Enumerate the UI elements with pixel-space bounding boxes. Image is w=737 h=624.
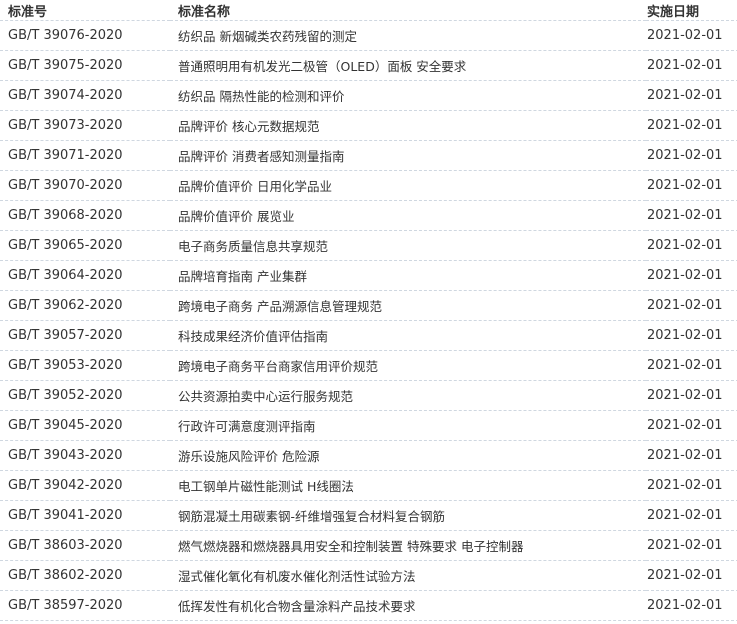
table-row[interactable]: GB/T 39068-2020 品牌价值评价 展览业 2021-02-01 (0, 200, 737, 231)
standard-name-cell[interactable]: 品牌价值评价 展览业 (170, 200, 646, 231)
table-row[interactable]: GB/T 38597-2020 低挥发性有机化合物含量涂料产品技术要求 2021-0… (0, 590, 737, 621)
standard-name-cell[interactable]: 公共资源拍卖中心运行服务规范 (170, 380, 646, 411)
table-row[interactable]: GB/T 39041-2020 钢筋混凝土用碳素钢-纤维增强复合材料复合钢筋 202… (0, 500, 737, 531)
standard-number-cell[interactable]: GB/T 39045-2020 (0, 410, 170, 441)
standard-number-cell[interactable]: GB/T 39043-2020 (0, 440, 170, 471)
standard-number-cell[interactable]: GB/T 38603-2020 (0, 530, 170, 561)
table-row[interactable]: GB/T 39071-2020 品牌评价 消费者感知测量指南 2021-02-01 (0, 140, 737, 171)
standard-name-cell[interactable]: 行政许可满意度测评指南 (170, 410, 646, 441)
standard-name-cell[interactable]: 跨境电子商务平台商家信用评价规范 (170, 350, 646, 381)
standard-number-cell[interactable]: GB/T 39068-2020 (0, 200, 170, 231)
table-row[interactable]: GB/T 39074-2020 纺织品 隔热性能的检测和评价 2021-02-01 (0, 80, 737, 111)
header-standard-name: 标准名称 (170, 0, 646, 21)
implementation-date-cell: 2021-02-01 (646, 50, 737, 81)
table-row[interactable]: GB/T 39053-2020 跨境电子商务平台商家信用评价规范 2021-02-0… (0, 350, 737, 381)
standard-name-cell[interactable]: 品牌评价 消费者感知测量指南 (170, 140, 646, 171)
standards-table: 标准号 标准名称 实施日期 GB/T 39076-2020 纺织品 新烟碱类农药残… (0, 0, 737, 621)
header-implementation-date: 实施日期 (646, 0, 737, 21)
table-row[interactable]: GB/T 39070-2020 品牌价值评价 日用化学品业 2021-02-01 (0, 170, 737, 201)
standard-name-cell[interactable]: 科技成果经济价值评估指南 (170, 320, 646, 351)
standard-number-cell[interactable]: GB/T 39076-2020 (0, 20, 170, 51)
table-header-row: 标准号 标准名称 实施日期 (0, 0, 737, 21)
standard-number-cell[interactable]: GB/T 39073-2020 (0, 110, 170, 141)
table-row[interactable]: GB/T 38602-2020 湿式催化氧化有机废水催化剂活性试验方法 2021-0… (0, 560, 737, 591)
implementation-date-cell: 2021-02-01 (646, 200, 737, 231)
table-row[interactable]: GB/T 39057-2020 科技成果经济价值评估指南 2021-02-01 (0, 320, 737, 351)
standard-name-cell[interactable]: 电工钢单片磁性能测试 H线圈法 (170, 470, 646, 501)
standard-name-cell[interactable]: 跨境电子商务 产品溯源信息管理规范 (170, 290, 646, 321)
standard-name-cell[interactable]: 品牌评价 核心元数据规范 (170, 110, 646, 141)
table-row[interactable]: GB/T 39052-2020 公共资源拍卖中心运行服务规范 2021-02-01 (0, 380, 737, 411)
implementation-date-cell: 2021-02-01 (646, 350, 737, 381)
implementation-date-cell: 2021-02-01 (646, 470, 737, 501)
standard-number-cell[interactable]: GB/T 38597-2020 (0, 590, 170, 621)
standard-number-cell[interactable]: GB/T 39071-2020 (0, 140, 170, 171)
implementation-date-cell: 2021-02-01 (646, 170, 737, 201)
table-row[interactable]: GB/T 39076-2020 纺织品 新烟碱类农药残留的测定 2021-02-01 (0, 20, 737, 51)
implementation-date-cell: 2021-02-01 (646, 590, 737, 621)
implementation-date-cell: 2021-02-01 (646, 80, 737, 111)
standard-name-cell[interactable]: 游乐设施风险评价 危险源 (170, 440, 646, 471)
standard-number-cell[interactable]: GB/T 39057-2020 (0, 320, 170, 351)
implementation-date-cell: 2021-02-01 (646, 260, 737, 291)
table-row[interactable]: GB/T 39043-2020 游乐设施风险评价 危险源 2021-02-01 (0, 440, 737, 471)
implementation-date-cell: 2021-02-01 (646, 500, 737, 531)
standard-number-cell[interactable]: GB/T 39064-2020 (0, 260, 170, 291)
implementation-date-cell: 2021-02-01 (646, 440, 737, 471)
standard-name-cell[interactable]: 纺织品 新烟碱类农药残留的测定 (170, 20, 646, 51)
implementation-date-cell: 2021-02-01 (646, 560, 737, 591)
table-row[interactable]: GB/T 39064-2020 品牌培育指南 产业集群 2021-02-01 (0, 260, 737, 291)
table-row[interactable]: GB/T 39042-2020 电工钢单片磁性能测试 H线圈法 2021-02-01 (0, 470, 737, 501)
standard-number-cell[interactable]: GB/T 39041-2020 (0, 500, 170, 531)
standard-name-cell[interactable]: 钢筋混凝土用碳素钢-纤维增强复合材料复合钢筋 (170, 500, 646, 531)
standard-number-cell[interactable]: GB/T 39042-2020 (0, 470, 170, 501)
header-standard-number: 标准号 (0, 0, 170, 21)
standard-number-cell[interactable]: GB/T 39075-2020 (0, 50, 170, 81)
implementation-date-cell: 2021-02-01 (646, 230, 737, 261)
standard-name-cell[interactable]: 电子商务质量信息共享规范 (170, 230, 646, 261)
standard-number-cell[interactable]: GB/T 39062-2020 (0, 290, 170, 321)
standard-number-cell[interactable]: GB/T 39053-2020 (0, 350, 170, 381)
implementation-date-cell: 2021-02-01 (646, 140, 737, 171)
standard-name-cell[interactable]: 燃气燃烧器和燃烧器具用安全和控制装置 特殊要求 电子控制器 (170, 530, 646, 561)
table-row[interactable]: GB/T 38603-2020 燃气燃烧器和燃烧器具用安全和控制装置 特殊要求 电… (0, 530, 737, 561)
standard-number-cell[interactable]: GB/T 39074-2020 (0, 80, 170, 111)
standard-name-cell[interactable]: 品牌培育指南 产业集群 (170, 260, 646, 291)
implementation-date-cell: 2021-02-01 (646, 380, 737, 411)
table-row[interactable]: GB/T 39073-2020 品牌评价 核心元数据规范 2021-02-01 (0, 110, 737, 141)
standard-number-cell[interactable]: GB/T 39070-2020 (0, 170, 170, 201)
table-row[interactable]: GB/T 39075-2020 普通照明用有机发光二极管（OLED）面板 安全要求… (0, 50, 737, 81)
implementation-date-cell: 2021-02-01 (646, 410, 737, 441)
implementation-date-cell: 2021-02-01 (646, 110, 737, 141)
implementation-date-cell: 2021-02-01 (646, 290, 737, 321)
implementation-date-cell: 2021-02-01 (646, 20, 737, 51)
table-row[interactable]: GB/T 39045-2020 行政许可满意度测评指南 2021-02-01 (0, 410, 737, 441)
implementation-date-cell: 2021-02-01 (646, 530, 737, 561)
table-body: GB/T 39076-2020 纺织品 新烟碱类农药残留的测定 2021-02-01… (0, 20, 737, 621)
implementation-date-cell: 2021-02-01 (646, 320, 737, 351)
standard-name-cell[interactable]: 湿式催化氧化有机废水催化剂活性试验方法 (170, 560, 646, 591)
standard-name-cell[interactable]: 纺织品 隔热性能的检测和评价 (170, 80, 646, 111)
standard-number-cell[interactable]: GB/T 39065-2020 (0, 230, 170, 261)
table-row[interactable]: GB/T 39065-2020 电子商务质量信息共享规范 2021-02-01 (0, 230, 737, 261)
standard-name-cell[interactable]: 普通照明用有机发光二极管（OLED）面板 安全要求 (170, 50, 646, 81)
standard-name-cell[interactable]: 低挥发性有机化合物含量涂料产品技术要求 (170, 590, 646, 621)
standard-number-cell[interactable]: GB/T 38602-2020 (0, 560, 170, 591)
standard-name-cell[interactable]: 品牌价值评价 日用化学品业 (170, 170, 646, 201)
table-row[interactable]: GB/T 39062-2020 跨境电子商务 产品溯源信息管理规范 2021-02-… (0, 290, 737, 321)
standard-number-cell[interactable]: GB/T 39052-2020 (0, 380, 170, 411)
